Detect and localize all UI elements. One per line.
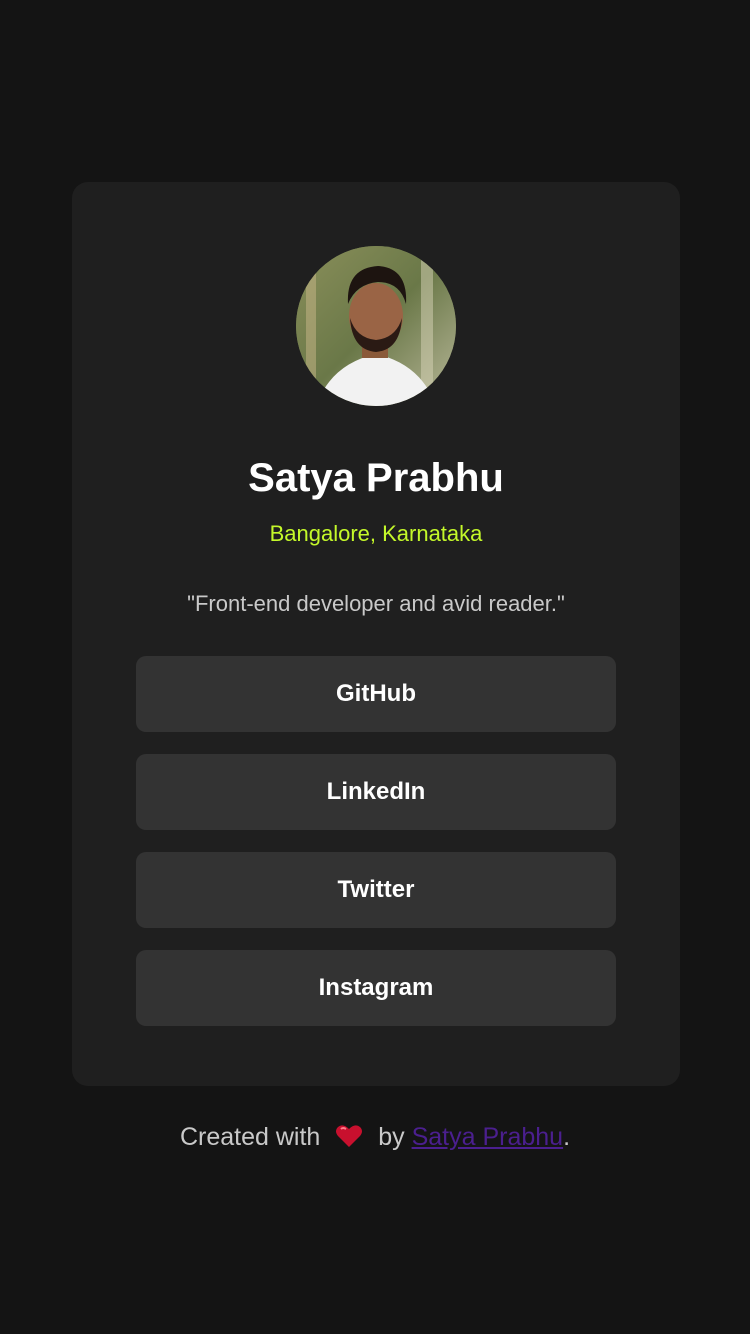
github-button[interactable]: GitHub <box>136 656 616 732</box>
author-link[interactable]: Satya Prabhu <box>412 1123 564 1151</box>
footer: Created with by Satya Prabhu. <box>0 1120 750 1154</box>
footer-by: by <box>378 1123 405 1151</box>
twitter-button[interactable]: Twitter <box>136 852 616 928</box>
instagram-button[interactable]: Instagram <box>136 950 616 1026</box>
avatar <box>296 246 456 406</box>
heart-icon <box>335 1123 363 1147</box>
profile-name: Satya Prabhu <box>248 456 504 500</box>
linkedin-button[interactable]: LinkedIn <box>136 754 616 830</box>
footer-prefix: Created with <box>179 1123 321 1151</box>
footer-suffix: . <box>563 1123 571 1151</box>
profile-bio: "Front-end developer and avid reader." <box>187 591 565 616</box>
profile-location: Bangalore, Karnataka <box>269 521 483 546</box>
page: Satya Prabhu Bangalore, Karnataka "Front… <box>0 0 750 1334</box>
profile-card: Satya Prabhu Bangalore, Karnataka "Front… <box>72 182 680 1086</box>
social-links: GitHub LinkedIn Twitter Instagram <box>136 656 616 1048</box>
